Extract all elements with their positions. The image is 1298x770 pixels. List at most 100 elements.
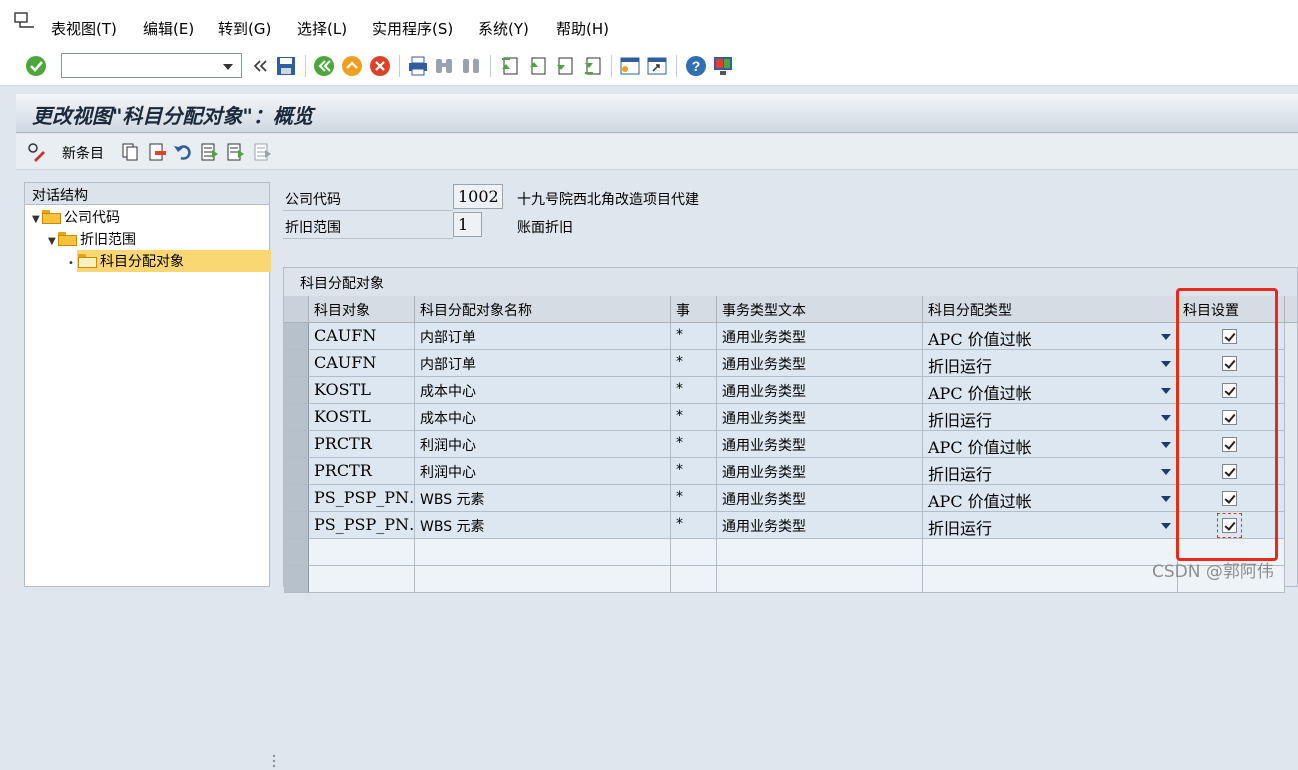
deselect-all-icon[interactable]: [253, 142, 273, 162]
row-selector[interactable]: [284, 485, 309, 512]
menu-help[interactable]: 帮助(H): [556, 18, 609, 39]
menu-selection[interactable]: 选择(L): [297, 18, 347, 39]
find-next-icon[interactable]: [460, 55, 482, 77]
window-menu-icon[interactable]: [14, 12, 36, 30]
dropdown-arrow-icon[interactable]: [1161, 334, 1171, 340]
company-code-description: 十九号院西北角改造项目代建: [517, 192, 699, 208]
save-icon[interactable]: [275, 55, 297, 77]
object-cell: PS_PSP_PN…: [309, 512, 415, 539]
dialog-structure-header: 对话结构: [25, 183, 269, 205]
dialog-structure-title: 对话结构: [32, 188, 88, 204]
undo-icon[interactable]: [173, 142, 193, 162]
object-cell: PS_PSP_PN…: [309, 485, 415, 512]
column-header-object[interactable]: 科目对象: [309, 296, 415, 323]
row-selector[interactable]: [284, 458, 309, 485]
application-toolbar: 新条目: [16, 134, 1298, 170]
previous-page-icon[interactable]: [527, 55, 549, 77]
column-header-assignment-type[interactable]: 科目分配类型: [923, 296, 1178, 323]
tree-node-account-assignment-objects[interactable]: • 科目分配对象: [68, 251, 184, 273]
delete-icon[interactable]: [147, 142, 167, 162]
transaction-text-cell: 通用业务类型: [717, 323, 923, 350]
tree-node-depreciation-area[interactable]: ▼ 折旧范围: [48, 229, 136, 251]
page-title: 更改视图"科目分配对象"：概览: [32, 104, 313, 128]
assignment-type-dropdown[interactable]: 折旧运行: [923, 404, 1178, 431]
select-all-rows-corner[interactable]: [284, 296, 309, 323]
object-name-cell: 利润中心: [415, 431, 671, 458]
chevron-down-icon[interactable]: [223, 64, 233, 70]
row-selector[interactable]: [284, 377, 309, 404]
row-selector[interactable]: [284, 323, 309, 350]
enter-check-icon[interactable]: [25, 55, 47, 77]
table-caption-bar: 科目分配对象: [284, 268, 1297, 296]
copy-icon[interactable]: [120, 142, 140, 162]
expanded-triangle-icon[interactable]: ▼: [48, 236, 58, 247]
column-header-transaction[interactable]: 事: [671, 296, 717, 323]
row-selector[interactable]: [284, 431, 309, 458]
double-left-chevron-icon[interactable]: [249, 55, 271, 77]
column-header-transaction-text[interactable]: 事务类型文本: [717, 296, 923, 323]
assignment-type-dropdown[interactable]: 折旧运行: [923, 458, 1178, 485]
column-header-object-name[interactable]: 科目分配对象名称: [415, 296, 671, 323]
shortcut-icon[interactable]: [646, 55, 668, 77]
assignment-type-dropdown[interactable]: APC 价值过帐: [923, 485, 1178, 512]
annotation-highlight-box: [1176, 288, 1278, 561]
menu-system[interactable]: 系统(Y): [478, 18, 529, 39]
dropdown-arrow-icon[interactable]: [1161, 361, 1171, 367]
assignment-type-value: APC 价值过帐: [928, 438, 1032, 457]
select-all-icon[interactable]: [200, 142, 220, 162]
select-block-icon[interactable]: [226, 142, 246, 162]
create-session-icon[interactable]: [619, 55, 641, 77]
toolbar-separator: [490, 55, 491, 77]
object-name-cell: 内部订单: [415, 323, 671, 350]
object-cell: CAUFN: [309, 350, 415, 377]
row-selector[interactable]: [284, 350, 309, 377]
row-selector[interactable]: [284, 566, 309, 593]
help-icon[interactable]: ?: [685, 55, 707, 77]
next-page-icon[interactable]: [554, 55, 576, 77]
customize-layout-icon[interactable]: [712, 55, 734, 77]
object-cell: PRCTR: [309, 431, 415, 458]
command-field[interactable]: [61, 53, 242, 78]
expanded-triangle-icon[interactable]: ▼: [32, 214, 42, 225]
scrollbar-grip-icon[interactable]: [271, 753, 277, 770]
back-icon[interactable]: [313, 55, 335, 77]
menu-utilities[interactable]: 实用程序(S): [372, 18, 453, 39]
empty-cell: [309, 566, 415, 593]
exit-icon[interactable]: [341, 55, 363, 77]
dropdown-arrow-icon[interactable]: [1161, 469, 1171, 475]
assignment-type-dropdown[interactable]: APC 价值过帐: [923, 431, 1178, 458]
dropdown-arrow-icon[interactable]: [1161, 388, 1171, 394]
display-change-icon[interactable]: [26, 142, 46, 162]
transaction-text-cell: 通用业务类型: [717, 431, 923, 458]
first-page-icon[interactable]: [499, 55, 521, 77]
dropdown-arrow-icon[interactable]: [1161, 496, 1171, 502]
dropdown-arrow-icon[interactable]: [1161, 523, 1171, 529]
field-underline: [283, 210, 453, 211]
find-icon[interactable]: [433, 55, 455, 77]
assignment-type-dropdown[interactable]: 折旧运行: [923, 350, 1178, 377]
tree-node-company-code[interactable]: ▼ 公司代码: [32, 207, 120, 229]
assignment-type-dropdown[interactable]: APC 价值过帐: [923, 323, 1178, 350]
last-page-icon[interactable]: [582, 55, 604, 77]
transaction-cell: *: [671, 323, 717, 350]
print-icon[interactable]: [407, 55, 429, 77]
new-entries-button[interactable]: 新条目: [62, 143, 104, 163]
transaction-cell: *: [671, 512, 717, 539]
command-input[interactable]: [62, 54, 220, 77]
leaf-bullet-icon: •: [68, 258, 74, 269]
dropdown-arrow-icon[interactable]: [1161, 415, 1171, 421]
transaction-cell: *: [671, 404, 717, 431]
depreciation-area-field: 1: [453, 212, 482, 237]
assignment-type-dropdown[interactable]: 折旧运行: [923, 512, 1178, 539]
menu-edit[interactable]: 编辑(E): [143, 18, 194, 39]
assignment-type-dropdown[interactable]: APC 价值过帐: [923, 377, 1178, 404]
cancel-icon[interactable]: [369, 55, 391, 77]
watermark: CSDN @郭阿伟: [1152, 562, 1274, 582]
menu-table-view[interactable]: 表视图(T): [51, 18, 117, 39]
dropdown-arrow-icon[interactable]: [1161, 442, 1171, 448]
menu-goto[interactable]: 转到(G): [218, 18, 271, 39]
row-selector[interactable]: [284, 539, 309, 566]
row-selector[interactable]: [284, 404, 309, 431]
object-cell: PRCTR: [309, 458, 415, 485]
row-selector[interactable]: [284, 512, 309, 539]
